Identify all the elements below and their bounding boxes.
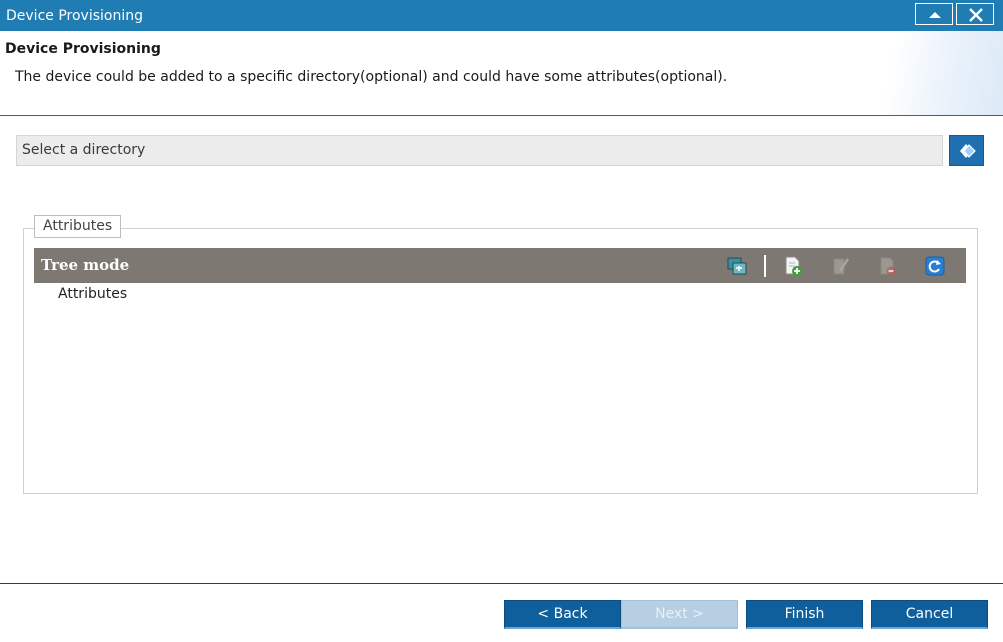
toolbar-separator (764, 255, 766, 277)
device-provisioning-window: Device Provisioning Device Provisioning … (0, 0, 1003, 642)
switch-mode-icon (727, 257, 747, 275)
page-title: Device Provisioning (5, 41, 161, 57)
footer-divider (0, 583, 1003, 584)
switch-mode-button[interactable] (726, 255, 748, 277)
delete-attribute-icon (880, 257, 896, 276)
edit-attribute-button[interactable] (830, 255, 852, 277)
next-button[interactable]: Next > (621, 600, 738, 629)
directory-select-field[interactable]: Select a directory (16, 135, 943, 166)
edit-attribute-icon (833, 258, 850, 275)
page-description: The device could be added to a specific … (15, 69, 728, 85)
tree-mode-title: Tree mode (41, 256, 130, 274)
tree-item-attributes[interactable]: Attributes (58, 286, 127, 302)
back-button[interactable]: < Back (504, 600, 621, 629)
refresh-button[interactable] (924, 255, 946, 277)
directory-picker-icon (960, 144, 976, 158)
refresh-icon (925, 256, 945, 276)
delete-attribute-button[interactable] (877, 255, 899, 277)
finish-button[interactable]: Finish (746, 600, 863, 629)
wizard-header: Device Provisioning The device could be … (0, 31, 1003, 116)
close-button[interactable] (956, 3, 994, 25)
add-attribute-button[interactable] (782, 255, 804, 277)
close-icon (969, 8, 983, 22)
tree-mode-header: Tree mode (34, 248, 966, 283)
cancel-button[interactable]: Cancel (871, 600, 988, 629)
caret-up-icon (929, 12, 941, 18)
restore-button[interactable] (915, 3, 953, 25)
add-attribute-icon (785, 256, 802, 276)
title-bar: Device Provisioning (0, 0, 1003, 31)
attributes-legend: Attributes (34, 215, 122, 238)
directory-browse-button[interactable] (949, 135, 984, 166)
window-title: Device Provisioning (6, 8, 143, 24)
